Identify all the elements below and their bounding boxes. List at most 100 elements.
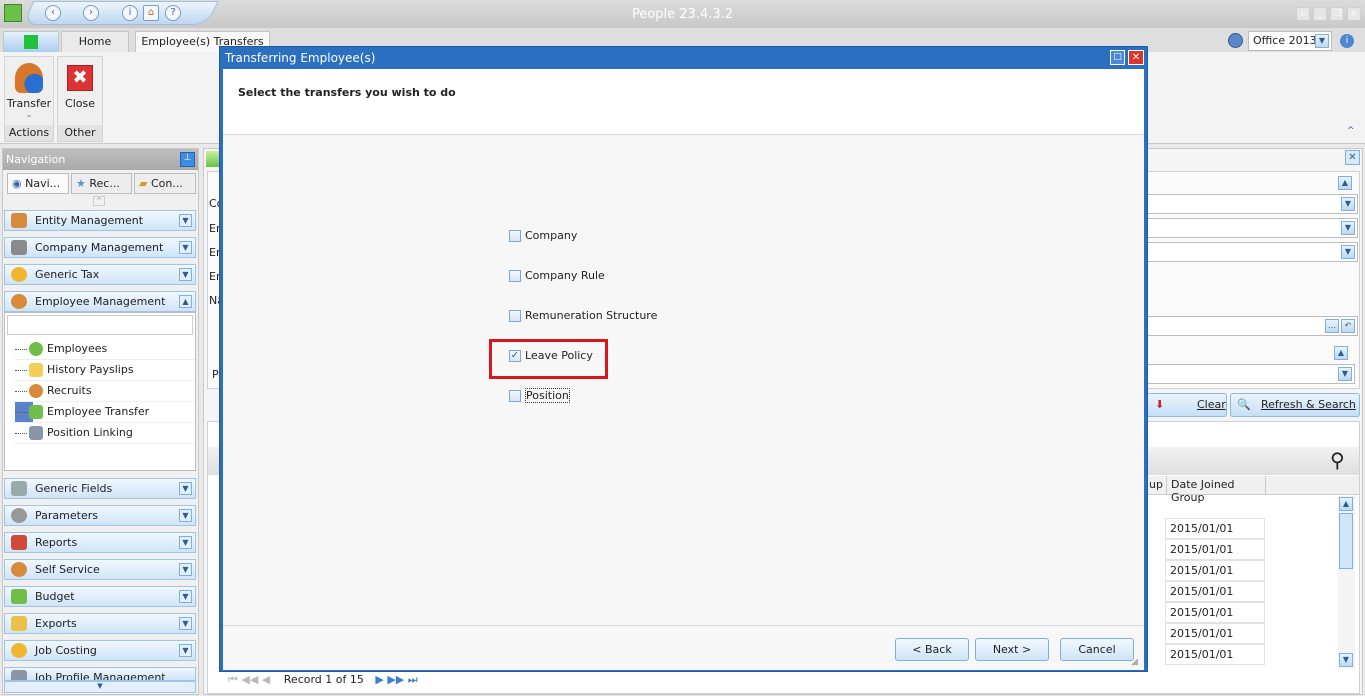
column-header-date-joined-group[interactable]: Date Joined Group bbox=[1166, 476, 1266, 504]
filter-combo[interactable]: ▼ bbox=[1144, 242, 1358, 262]
vertical-scrollbar[interactable]: ▲ ▼ bbox=[1338, 496, 1355, 669]
first-record-icon[interactable]: ⏮ ◀◀ ◀ bbox=[228, 673, 270, 686]
next-record-icon[interactable]: ▶ ▶▶ ⏭ bbox=[375, 673, 417, 686]
chevron-down-icon[interactable]: ▼ bbox=[1315, 34, 1329, 48]
close-window-button[interactable]: × bbox=[1347, 7, 1361, 21]
transfer-dialog: Transferring Employee(s) □ ✕ Select the … bbox=[219, 46, 1148, 672]
lookup-field[interactable]: … ↶ bbox=[1144, 316, 1358, 336]
close-label: Close bbox=[65, 97, 95, 110]
tab-home[interactable]: Home bbox=[61, 31, 129, 53]
pie-chart-icon bbox=[11, 643, 27, 658]
other-group-label: Other bbox=[58, 125, 102, 141]
person-icon bbox=[11, 294, 27, 309]
table-row[interactable]: 2015/01/01 bbox=[1165, 539, 1265, 560]
chevron-down-icon[interactable]: ▼ bbox=[1341, 221, 1355, 235]
nav-group-job-profile-management[interactable]: Job Profile Management bbox=[4, 667, 196, 681]
dialog-title: Transferring Employee(s) bbox=[225, 51, 376, 65]
field-label: P bbox=[212, 368, 219, 381]
transfer-icon bbox=[15, 63, 43, 93]
employee-management-items: Employees History Payslips Recruits Empl… bbox=[4, 312, 196, 471]
chevron-down-icon[interactable]: ▼ bbox=[1341, 245, 1355, 259]
filter-combo[interactable]: ▼ bbox=[1144, 194, 1358, 214]
nav-group-budget[interactable]: Budget ▼ bbox=[4, 586, 196, 607]
minimize-button[interactable]: _ bbox=[1313, 7, 1327, 21]
close-panel-button[interactable]: ✕ bbox=[1345, 150, 1360, 165]
ellipsis-icon[interactable]: … bbox=[1325, 319, 1339, 333]
chevron-down-icon: ⌄ bbox=[25, 110, 33, 119]
chevron-down-icon[interactable]: ▼ bbox=[1338, 367, 1352, 381]
theme-select[interactable]: Office 2013 ▼ bbox=[1248, 31, 1332, 51]
nav-group-generic-tax[interactable]: Generic Tax ▼ bbox=[4, 264, 196, 285]
nav-item-employees[interactable]: Employees bbox=[15, 339, 195, 360]
checkbox-label: Company Rule bbox=[525, 269, 605, 282]
table-row[interactable]: 2015/01/01 bbox=[1165, 518, 1265, 539]
filter-combo[interactable]: ▼ bbox=[1144, 364, 1355, 384]
link-icon bbox=[29, 426, 43, 440]
nav-item-label: Position Linking bbox=[47, 426, 133, 439]
scroll-down-button[interactable]: ▼ bbox=[4, 681, 196, 693]
scroll-down-icon[interactable]: ▼ bbox=[1339, 653, 1353, 667]
nav-group-job-costing[interactable]: Job Costing ▼ bbox=[4, 640, 196, 661]
back-button[interactable]: < Back bbox=[895, 638, 969, 661]
collapse-group-button[interactable]: ▲ bbox=[1334, 346, 1348, 360]
title-bar: ‹ › i ⌂ ? People 23.4.3.2 ▫ _ ❐ × bbox=[0, 0, 1365, 28]
nav-item-recruits[interactable]: Recruits bbox=[15, 381, 195, 402]
fullscreen-button[interactable]: ▫ bbox=[1296, 7, 1310, 21]
table-row[interactable]: 2015/01/01 bbox=[1165, 581, 1265, 602]
checkbox-icon[interactable] bbox=[509, 270, 521, 282]
next-button[interactable]: Next > bbox=[975, 638, 1049, 661]
nav-item-label: Employees bbox=[47, 342, 108, 355]
maximize-dialog-button[interactable]: □ bbox=[1110, 50, 1125, 65]
nav-item-position-linking[interactable]: Position Linking bbox=[15, 423, 195, 444]
checkbox-company-rule[interactable]: Company Rule bbox=[509, 269, 605, 285]
table-row[interactable]: 2015/01/01 bbox=[1165, 560, 1265, 581]
transfer-button[interactable]: Transfer ⌄ bbox=[5, 57, 53, 125]
transfer-icon bbox=[29, 405, 43, 419]
scroll-up-icon[interactable]: ▲ bbox=[1339, 497, 1353, 511]
chevron-down-icon: ▼ bbox=[179, 563, 192, 576]
nav-group-label: Reports bbox=[35, 536, 78, 549]
collapse-group-button[interactable]: ▲ bbox=[1338, 176, 1352, 190]
checkbox-position[interactable]: Position bbox=[509, 388, 570, 405]
search-icon[interactable]: ⚲ bbox=[1330, 448, 1345, 472]
chevron-down-icon: ▼ bbox=[179, 536, 192, 549]
person-icon bbox=[29, 342, 43, 356]
nav-group-entity-management[interactable]: Entity Management ▼ bbox=[4, 210, 196, 231]
checkbox-icon[interactable] bbox=[509, 310, 521, 322]
cancel-button[interactable]: Cancel bbox=[1060, 638, 1134, 661]
undo-icon[interactable]: ↶ bbox=[1341, 319, 1355, 333]
scroll-thumb[interactable] bbox=[1339, 513, 1353, 569]
nav-group-self-service[interactable]: Self Service ▼ bbox=[4, 559, 196, 580]
nav-group-generic-fields[interactable]: Generic Fields ▼ bbox=[4, 478, 196, 499]
restore-button[interactable]: ❐ bbox=[1330, 7, 1344, 21]
nav-group-reports[interactable]: Reports ▼ bbox=[4, 532, 196, 553]
chevron-down-icon[interactable]: ▼ bbox=[1341, 197, 1355, 211]
nav-item-history-payslips[interactable]: History Payslips bbox=[15, 360, 195, 381]
nav-item-employee-transfer[interactable]: Employee Transfer bbox=[15, 402, 195, 423]
resize-grip-icon[interactable]: ◢ bbox=[1131, 657, 1138, 667]
wrench-icon bbox=[11, 481, 27, 496]
table-row[interactable]: 2015/01/01 bbox=[1165, 623, 1265, 644]
app-menu-button[interactable] bbox=[3, 31, 59, 53]
about-icon[interactable]: i bbox=[1340, 34, 1354, 48]
nav-group-exports[interactable]: Exports ▼ bbox=[4, 613, 196, 634]
refresh-search-button[interactable]: 🔍 Refresh & Search bbox=[1230, 393, 1360, 417]
clear-button[interactable]: ⬇ Clear bbox=[1146, 393, 1227, 417]
nav-group-employee-management[interactable]: Employee Management ▲ bbox=[4, 291, 196, 312]
dialog-title-bar: Transferring Employee(s) □ ✕ bbox=[220, 47, 1147, 69]
nav-group-company-management[interactable]: Company Management ▼ bbox=[4, 237, 196, 258]
checkbox-company[interactable]: Company bbox=[509, 229, 577, 245]
nav-group-parameters[interactable]: Parameters ▼ bbox=[4, 505, 196, 526]
close-button[interactable]: ✖ Close bbox=[58, 57, 102, 125]
dialog-header: Select the transfers you wish to do bbox=[223, 69, 1144, 135]
checkbox-remuneration-structure[interactable]: Remuneration Structure bbox=[509, 309, 657, 325]
close-dialog-button[interactable]: ✕ bbox=[1128, 50, 1144, 65]
collapse-ribbon-icon[interactable]: ^ bbox=[1347, 126, 1355, 136]
checkbox-icon[interactable] bbox=[509, 230, 521, 242]
table-row[interactable]: 2015/01/01 bbox=[1165, 644, 1265, 665]
checkbox-icon[interactable] bbox=[509, 390, 521, 402]
table-row[interactable]: 2015/01/01 bbox=[1165, 602, 1265, 623]
person-icon bbox=[11, 562, 27, 577]
filter-combo[interactable]: ▼ bbox=[1144, 218, 1358, 238]
filter-input[interactable] bbox=[7, 315, 193, 335]
